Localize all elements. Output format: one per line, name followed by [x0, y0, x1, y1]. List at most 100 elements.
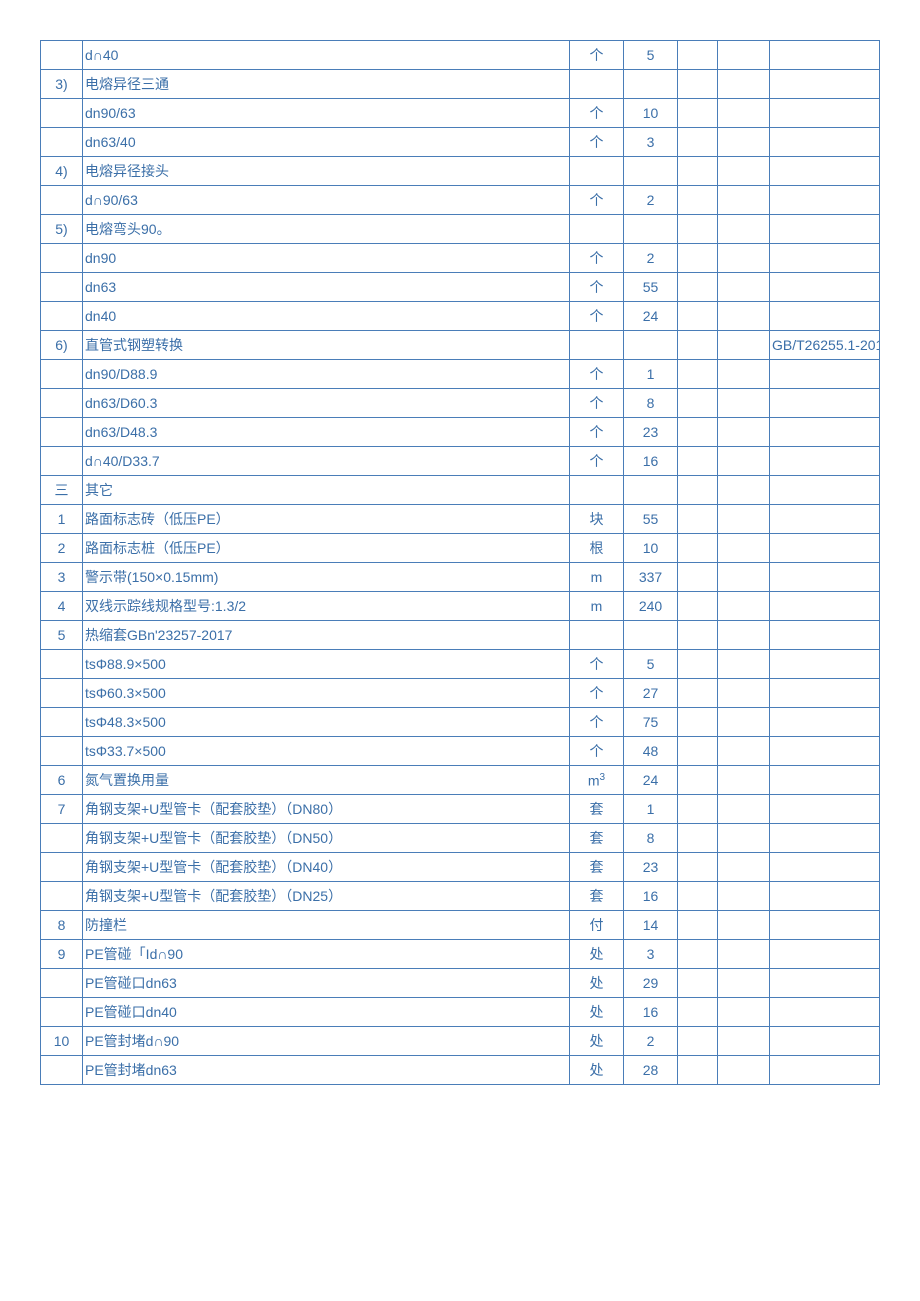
row-quantity: 1	[624, 795, 678, 824]
row-quantity	[624, 331, 678, 360]
row-unit: m	[570, 592, 624, 621]
row-unit: 个	[570, 244, 624, 273]
table-row: dn90/D88.9个1	[41, 360, 880, 389]
table-row: dn90个2	[41, 244, 880, 273]
table-row: 角钢支架+U型管卡（配套胶垫）（DN50）套8	[41, 824, 880, 853]
row-unit: 个	[570, 273, 624, 302]
row-remark: GB/T26255.1-2010	[770, 331, 880, 360]
row-index	[41, 360, 83, 389]
row-description: dn63/40	[83, 128, 570, 157]
row-col6	[718, 969, 770, 998]
row-index: 6)	[41, 331, 83, 360]
row-quantity: 1	[624, 360, 678, 389]
row-col5	[678, 41, 718, 70]
row-quantity: 5	[624, 41, 678, 70]
row-index	[41, 1056, 83, 1085]
row-description: d∩40/D33.7	[83, 447, 570, 476]
row-description: tsΦ60.3×500	[83, 679, 570, 708]
row-unit: 处	[570, 940, 624, 969]
row-remark	[770, 824, 880, 853]
row-col6	[718, 331, 770, 360]
row-quantity: 48	[624, 737, 678, 766]
row-unit	[570, 476, 624, 505]
row-index	[41, 998, 83, 1027]
table-row: dn63/40个3	[41, 128, 880, 157]
row-quantity	[624, 476, 678, 505]
row-col5	[678, 331, 718, 360]
row-col6	[718, 563, 770, 592]
row-quantity: 24	[624, 302, 678, 331]
row-quantity: 2	[624, 186, 678, 215]
row-description: PE管封堵dn63	[83, 1056, 570, 1085]
table-row: 4)电熔异径接头	[41, 157, 880, 186]
row-index	[41, 824, 83, 853]
row-remark	[770, 157, 880, 186]
row-col5	[678, 563, 718, 592]
row-col5	[678, 157, 718, 186]
row-unit: 处	[570, 1027, 624, 1056]
row-col6	[718, 244, 770, 273]
row-index	[41, 244, 83, 273]
row-col5	[678, 128, 718, 157]
row-index	[41, 273, 83, 302]
row-col6	[718, 1056, 770, 1085]
row-col6	[718, 911, 770, 940]
row-unit	[570, 621, 624, 650]
row-remark	[770, 853, 880, 882]
table-row: tsΦ60.3×500个27	[41, 679, 880, 708]
row-description: tsΦ88.9×500	[83, 650, 570, 679]
row-remark	[770, 476, 880, 505]
row-col5	[678, 708, 718, 737]
row-remark	[770, 215, 880, 244]
row-remark	[770, 998, 880, 1027]
table-row: 6氮气置换用量m324	[41, 766, 880, 795]
row-description: PE管碰口dn63	[83, 969, 570, 998]
row-col5	[678, 911, 718, 940]
row-col6	[718, 447, 770, 476]
row-description: dn63	[83, 273, 570, 302]
row-unit: 个	[570, 737, 624, 766]
row-col6	[718, 128, 770, 157]
row-index	[41, 708, 83, 737]
row-quantity: 8	[624, 824, 678, 853]
row-remark	[770, 766, 880, 795]
row-quantity: 10	[624, 534, 678, 563]
row-remark	[770, 302, 880, 331]
row-col6	[718, 360, 770, 389]
row-description: tsΦ33.7×500	[83, 737, 570, 766]
row-remark	[770, 969, 880, 998]
row-remark	[770, 360, 880, 389]
row-remark	[770, 389, 880, 418]
row-description: dn90/D88.9	[83, 360, 570, 389]
row-index: 9	[41, 940, 83, 969]
row-col5	[678, 766, 718, 795]
row-col6	[718, 940, 770, 969]
table-row: 角钢支架+U型管卡（配套胶垫）（DN40）套23	[41, 853, 880, 882]
row-index	[41, 99, 83, 128]
row-col5	[678, 389, 718, 418]
row-unit: 个	[570, 186, 624, 215]
row-col5	[678, 186, 718, 215]
row-index: 3	[41, 563, 83, 592]
row-remark	[770, 563, 880, 592]
table-row: PE管碰口dn63处29	[41, 969, 880, 998]
row-col5	[678, 302, 718, 331]
row-unit: 个	[570, 708, 624, 737]
row-col5	[678, 795, 718, 824]
row-quantity: 5	[624, 650, 678, 679]
row-index: 8	[41, 911, 83, 940]
row-index: 3)	[41, 70, 83, 99]
row-quantity: 16	[624, 882, 678, 911]
row-col5	[678, 418, 718, 447]
table-row: PE管封堵dn63处28	[41, 1056, 880, 1085]
row-col6	[718, 766, 770, 795]
row-index	[41, 679, 83, 708]
table-row: 5)电熔弯头90。	[41, 215, 880, 244]
row-col5	[678, 679, 718, 708]
row-index: 5)	[41, 215, 83, 244]
row-description: PE管碰口dn40	[83, 998, 570, 1027]
row-col6	[718, 737, 770, 766]
row-description: dn63/D48.3	[83, 418, 570, 447]
row-col5	[678, 215, 718, 244]
row-quantity: 240	[624, 592, 678, 621]
